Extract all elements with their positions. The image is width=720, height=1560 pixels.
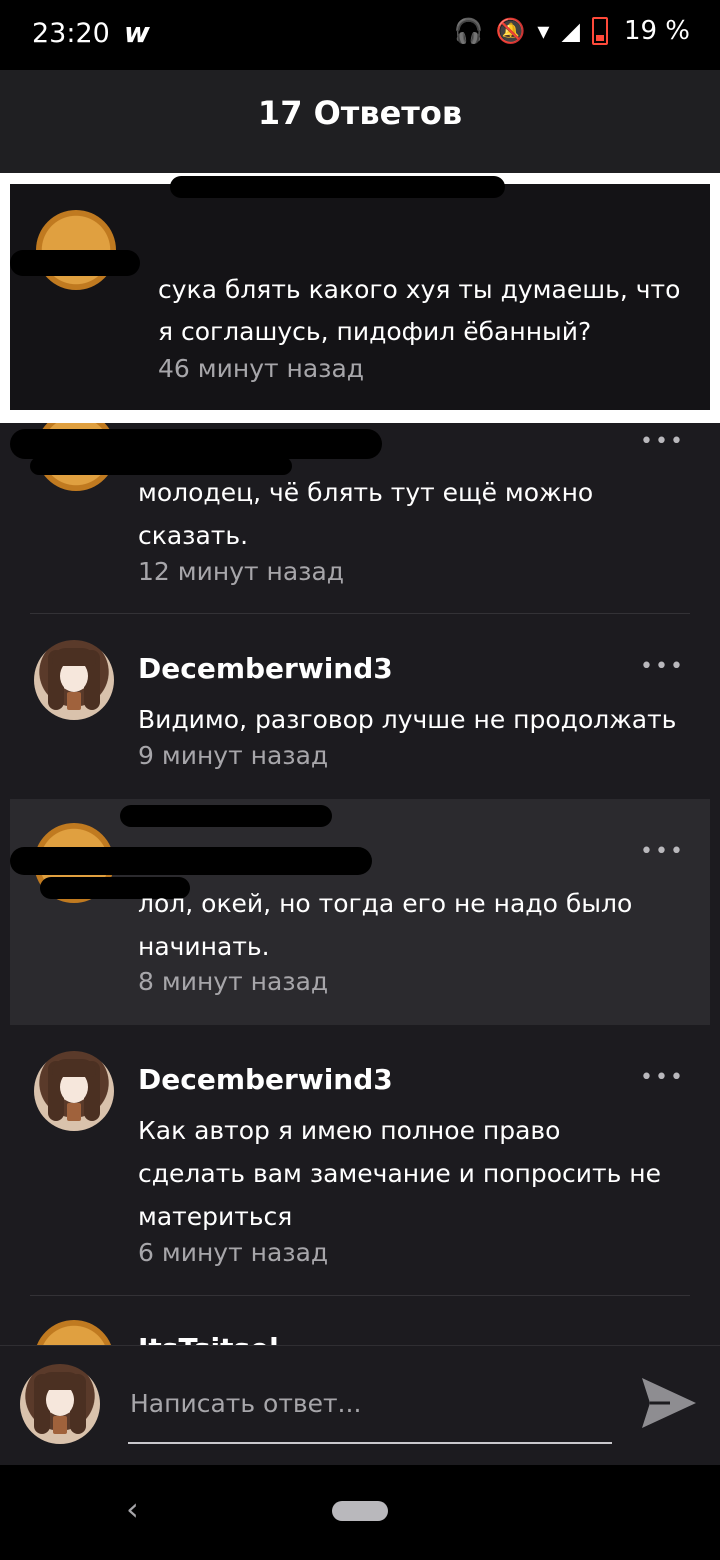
home-pill[interactable] xyxy=(332,1501,388,1521)
back-icon[interactable]: ‹ xyxy=(126,1490,139,1528)
app-notification-icon: w xyxy=(124,16,150,49)
current-user-avatar xyxy=(20,1364,100,1444)
more-options-icon[interactable]: ••• xyxy=(640,839,685,864)
battery-icon xyxy=(591,17,608,45)
more-options-icon[interactable]: ••• xyxy=(640,429,685,454)
comment-time: 6 минут назад xyxy=(138,1238,329,1267)
comment-time: 12 минут назад xyxy=(138,557,345,586)
comment-text: лол, окей, но тогда его не надо было xyxy=(138,889,633,918)
comment-text: сказать. xyxy=(138,521,249,550)
list-item: ••• лол, окей, но тогда его не надо было… xyxy=(10,799,710,1025)
comment-text: Видимо, разговор лучше не продолжать xyxy=(138,705,677,734)
status-icons: 🎧 🔕 ▾ ◢ 19 % xyxy=(454,16,690,46)
comment-text: сука блять какого хуя ты думаешь, что xyxy=(158,275,681,304)
page-title: 17 Ответов xyxy=(257,94,463,132)
redaction-scribble xyxy=(10,250,140,276)
list-item: Decemberwind3 ••• Видимо, разговор лучше… xyxy=(10,614,710,798)
avatar[interactable] xyxy=(34,1320,114,1345)
comment-text: молодец, чё блять тут ещё можно xyxy=(138,478,594,507)
comment-text: материться xyxy=(138,1202,293,1231)
redaction-scribble xyxy=(10,847,372,875)
bell-off-icon: 🔕 xyxy=(495,17,526,45)
comment-time: 8 минут назад xyxy=(138,967,329,996)
comment-time: 9 минут назад xyxy=(138,741,329,770)
comment-text: я соглашусь, пидофил ёбанный? xyxy=(158,317,592,346)
comment-text: начинать. xyxy=(138,932,270,961)
redaction-scribble xyxy=(120,805,332,827)
reply-input-underline xyxy=(128,1442,612,1444)
reply-input[interactable] xyxy=(128,1380,616,1426)
comment-list: ••• молодец, чё блять тут ещё можно сказ… xyxy=(10,423,710,1345)
battery-percent: 19 % xyxy=(623,16,690,46)
headphones-icon: 🎧 xyxy=(453,17,484,45)
redaction-scribble xyxy=(10,429,382,459)
username[interactable]: ItsTsitsel xyxy=(138,1332,279,1345)
comment-text: Как автор я имею полное право xyxy=(138,1116,561,1145)
avatar[interactable] xyxy=(34,640,114,720)
username[interactable]: Decemberwind3 xyxy=(138,1063,393,1096)
more-options-icon[interactable]: ••• xyxy=(640,654,685,679)
username[interactable]: Decemberwind3 xyxy=(138,652,393,685)
list-item: Decemberwind3 ••• Как автор я имею полно… xyxy=(10,1025,710,1295)
status-bar: 23:20 w 🎧 🔕 ▾ ◢ 19 % xyxy=(0,0,720,70)
avatar[interactable] xyxy=(34,1051,114,1131)
send-icon[interactable] xyxy=(640,1376,698,1430)
parent-comment-card: сука блять какого хуя ты думаешь, что я … xyxy=(10,176,710,410)
redaction-scribble xyxy=(170,176,505,198)
comment-text: сделать вам замечание и попросить не xyxy=(138,1159,661,1188)
more-options-icon[interactable]: ••• xyxy=(640,1065,685,1090)
parent-comment: сука блять какого хуя ты думаешь, что я … xyxy=(0,173,720,423)
wifi-icon: ▾ xyxy=(537,17,550,45)
list-item: ItsTsitsel xyxy=(10,1296,710,1345)
signal-icon: ◢ xyxy=(561,17,580,45)
comment-time: 46 минут назад xyxy=(158,354,365,383)
status-time: 23:20 xyxy=(32,18,110,49)
list-item: ••• молодец, чё блять тут ещё можно сказ… xyxy=(10,423,710,613)
